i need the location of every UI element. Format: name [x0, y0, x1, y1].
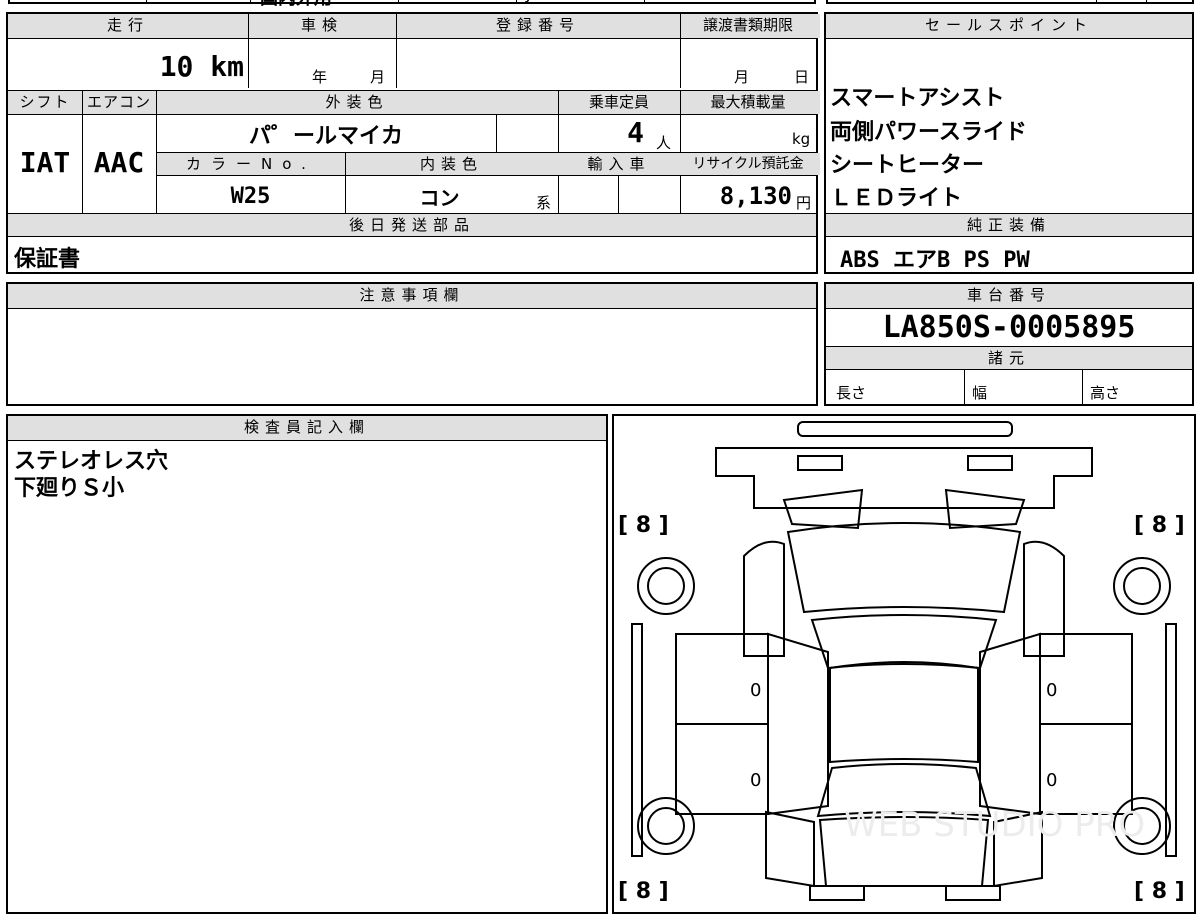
- door-mark-front-right: 0: [1046, 680, 1057, 701]
- genuine-equipment-header: 純正装備: [826, 214, 1192, 236]
- sales-point-item: スマートアシスト: [830, 86, 1005, 111]
- tire-grade-rear-right: [ 8 ]: [1134, 879, 1185, 904]
- left-rear-quarter-part: [765, 810, 815, 888]
- rear-lamp-right-part: [945, 885, 1001, 901]
- interior-color-value: コン: [419, 186, 460, 210]
- left-sill-part: [631, 623, 643, 857]
- capacity-unit: 人: [656, 134, 672, 152]
- tire-grade-rear-left: [ 8 ]: [618, 879, 669, 904]
- door-mark-front-left: 0: [750, 680, 761, 701]
- sales-points-panel: セールスポイント スマートアシスト 両側パワースライド シートヒーター ＬＥＤラ…: [824, 12, 1194, 274]
- right-pillar-part: [979, 632, 1041, 816]
- chassis-number: LA850S-0005895: [882, 310, 1136, 345]
- right-front-fender-part: [1023, 540, 1065, 657]
- top-strip-right: [826, 0, 1194, 4]
- spec-width-label: 幅: [972, 384, 988, 402]
- door-mark-rear-right: 0: [1046, 770, 1057, 791]
- recycle-fee-value: 8,130: [719, 182, 792, 210]
- left-rear-door-part: [675, 723, 769, 815]
- right-sill-part: [1165, 623, 1177, 857]
- left-headlight-part: [797, 455, 843, 471]
- front-bumper-part: [797, 421, 1013, 437]
- header-interior-color: 内装色: [345, 153, 558, 175]
- car-diagram: WEB STUDIO PRO [ 8 ] [ 8 ] [ 8 ] [ 8 ] 0…: [618, 421, 1185, 904]
- inspector-panel: 検査員記入欄 ステレオレス穴 下廻りＳ小: [6, 414, 608, 914]
- roof-front-part: [810, 614, 998, 670]
- capacity-value: 4: [627, 116, 644, 149]
- inspection-year-label: 年: [312, 68, 328, 86]
- left-front-door-part: [675, 633, 769, 725]
- header-color-no: カラーNo.: [157, 153, 345, 175]
- header-exterior-color: 外装色: [156, 91, 558, 114]
- genuine-equipment-value: ABS エアB PS PW: [840, 248, 1030, 273]
- rear-lamp-left-part: [809, 885, 865, 901]
- sales-point-item: シートヒーター: [830, 153, 985, 178]
- header-shift: シフト: [8, 91, 82, 114]
- header-aircon: エアコン: [82, 91, 156, 114]
- shift-value: IAT: [19, 146, 71, 179]
- sales-points-header: セールスポイント: [826, 14, 1192, 38]
- transfer-month-label: 月: [734, 68, 750, 86]
- header-recycle: リサイクル預託金: [680, 153, 816, 175]
- sales-point-item: 両側パワースライド: [830, 120, 1027, 145]
- inspector-header: 検査員記入欄: [8, 416, 606, 440]
- mileage-value: 10 km: [159, 50, 244, 83]
- header-inspection: 車検: [248, 14, 396, 38]
- transfer-day-label: 日: [794, 68, 810, 86]
- aircon-value: AAC: [93, 146, 145, 179]
- sales-point-item: ＬＥＤライト: [830, 186, 963, 211]
- color-no-value: W25: [230, 184, 271, 209]
- right-headlight-part: [967, 455, 1013, 471]
- right-front-door-part: [1039, 633, 1133, 725]
- chassis-panel: 車台番号 LA850S-0005895 諸元 長さ 幅 高さ: [824, 282, 1194, 406]
- top-partial-text: 国内外用: [260, 0, 332, 10]
- tire-front-left-part: [637, 557, 695, 615]
- header-transfer-deadline: 譲渡書類期限: [680, 14, 816, 38]
- top-partial-mark: J: [526, 0, 531, 3]
- left-pillar-part: [767, 632, 829, 816]
- door-mark-rear-left: 0: [750, 770, 761, 791]
- later-parts-value: 保証書: [14, 247, 81, 272]
- max-load-unit: kg: [792, 130, 811, 148]
- inspector-line: 下廻りＳ小: [14, 476, 125, 501]
- left-front-fender-part: [743, 540, 785, 657]
- spec-header: 諸元: [826, 347, 1192, 369]
- spec-length-label: 長さ: [836, 384, 867, 402]
- main-table: 走行 車検 登録番号 譲渡書類期限 10 km 年 月 月 日 シフト エアコン…: [6, 12, 820, 274]
- recycle-fee-unit: 円: [796, 194, 812, 212]
- caution-header: 注意事項欄: [8, 284, 816, 308]
- watermark: WEB STUDIO PRO: [844, 805, 1145, 845]
- header-later-parts: 後日発送部品: [8, 214, 816, 236]
- header-registration: 登録番号: [396, 14, 680, 38]
- right-rear-door-part: [1039, 723, 1133, 815]
- header-mileage: 走行: [8, 14, 248, 38]
- tire-grade-front-right: [ 8 ]: [1134, 513, 1185, 538]
- spec-height-label: 高さ: [1090, 384, 1121, 402]
- header-imported: 輸入車: [558, 153, 680, 175]
- car-diagram-panel: WEB STUDIO PRO [ 8 ] [ 8 ] [ 8 ] [ 8 ] 0…: [612, 414, 1196, 914]
- inspection-month-label: 月: [370, 68, 386, 86]
- roof-part: [829, 661, 979, 764]
- header-capacity: 乗車定員: [558, 91, 680, 114]
- windshield-part: [786, 522, 1022, 614]
- exterior-color-value: パ゜ールマイカ: [248, 124, 403, 149]
- tire-grade-front-left: [ 8 ]: [618, 513, 669, 538]
- chassis-header: 車台番号: [826, 284, 1192, 308]
- header-max-load: 最大積載量: [680, 91, 816, 114]
- top-strip: 国内外用 J: [8, 0, 816, 9]
- interior-color-suffix: 系: [536, 194, 552, 212]
- tire-front-right-part: [1113, 557, 1171, 615]
- tire-rear-left-part: [637, 797, 695, 855]
- front-panel-part: [715, 447, 1093, 509]
- caution-panel: 注意事項欄: [6, 282, 818, 406]
